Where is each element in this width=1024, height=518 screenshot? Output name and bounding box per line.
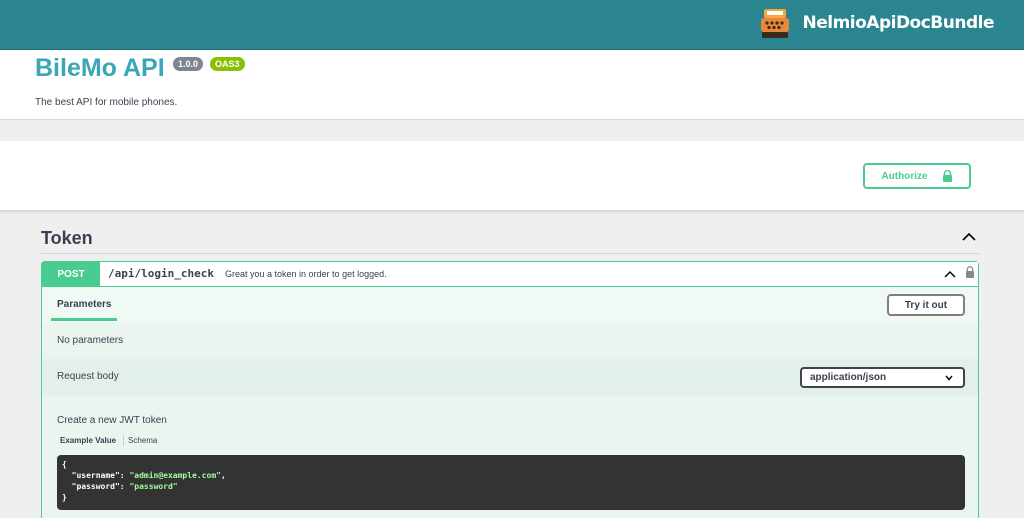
lock-icon xyxy=(942,170,952,182)
oas-badge: OAS3 xyxy=(210,57,245,71)
tag-name: Token xyxy=(41,228,93,248)
api-title: BileMo API xyxy=(35,54,165,82)
api-info: BileMo API 1.0.0 OAS3 The best API for m… xyxy=(0,50,1024,120)
tab-example-value[interactable]: Example Value xyxy=(60,436,116,445)
tab-schema[interactable]: Schema xyxy=(128,436,157,445)
operation-path: /api/login_check xyxy=(108,267,214,280)
top-bar: NelmioApiDocBundle xyxy=(0,0,1024,50)
request-body-header: Request body application/json xyxy=(42,359,978,395)
brand[interactable]: NelmioApiDocBundle xyxy=(758,6,994,40)
tab-parameters[interactable]: Parameters xyxy=(57,299,111,310)
try-it-out-button[interactable]: Try it out xyxy=(887,294,965,316)
code-line: "password": "password" xyxy=(62,481,960,492)
authorize-label: Authorize xyxy=(881,170,928,182)
request-body-label: Request body xyxy=(57,371,119,382)
typewriter-logo-icon xyxy=(761,9,790,38)
version-badge: 1.0.0 xyxy=(173,57,204,71)
api-description: The best API for mobile phones. xyxy=(35,97,178,108)
operation-summary[interactable]: POST /api/login_check Great you a token … xyxy=(42,262,978,287)
scheme-container: Authorize xyxy=(0,141,1024,211)
json-key: "username": xyxy=(62,471,130,480)
authorize-button[interactable]: Authorize xyxy=(863,163,971,189)
json-string: "password" xyxy=(129,482,178,491)
code-line: } xyxy=(62,493,67,502)
json-key: "password": xyxy=(62,482,130,491)
content-type-value: application/json xyxy=(810,372,887,383)
tag-header-token[interactable]: Token xyxy=(41,224,979,254)
content-type-select[interactable]: application/json xyxy=(800,367,965,388)
json-string: "admin@example.com" xyxy=(129,471,221,480)
json-punct: , xyxy=(220,471,226,480)
chevron-down-icon xyxy=(945,375,953,381)
http-method-badge: POST xyxy=(42,262,100,287)
operation-block-post-login-check: POST /api/login_check Great you a token … xyxy=(41,261,979,518)
lock-icon[interactable] xyxy=(965,266,975,278)
no-parameters-text: No parameters xyxy=(57,335,124,346)
code-line: "username": "admin@example.com", xyxy=(62,470,960,481)
tab-divider xyxy=(123,435,124,446)
parameters-header: Parameters Try it out xyxy=(42,287,978,323)
operation-description: Great you a token in order to get logged… xyxy=(225,269,387,279)
code-line: { xyxy=(62,460,67,469)
brand-name: NelmioApiDocBundle xyxy=(802,13,994,33)
chevron-up-icon[interactable] xyxy=(944,269,956,279)
request-body-description: Create a new JWT token xyxy=(57,415,167,426)
example-value-code[interactable]: { "username": "admin@example.com", "pass… xyxy=(57,455,965,510)
active-tab-underline xyxy=(51,318,117,321)
chevron-up-icon[interactable] xyxy=(962,231,976,243)
